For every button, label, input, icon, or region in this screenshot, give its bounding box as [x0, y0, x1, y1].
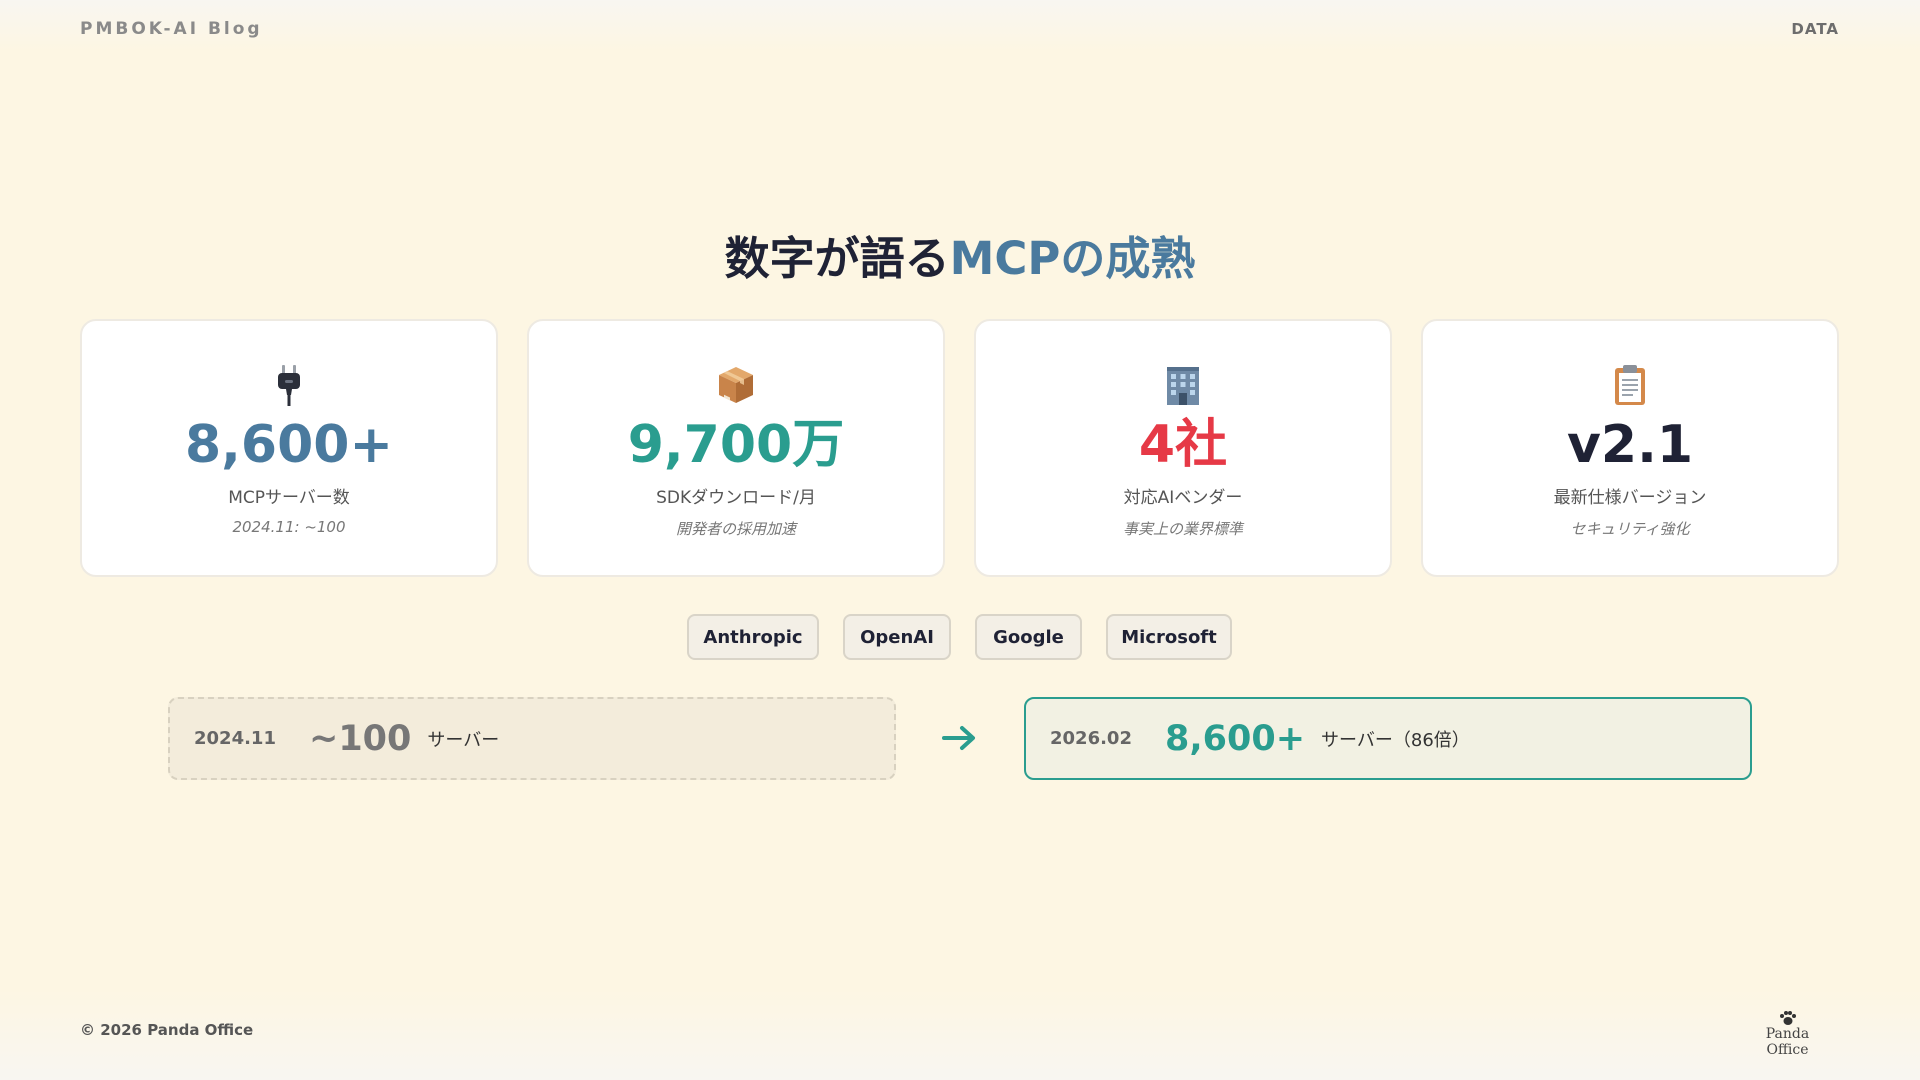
paw-icon [1745, 1010, 1830, 1026]
stat-card-mcp-servers: 8,600+ MCPサーバー数 2024.11: ~100 [80, 319, 498, 577]
stat-card-sdk-downloads: 9,700万 SDKダウンロード/月 開発者の採用加速 [527, 319, 945, 577]
copyright: © 2026 Panda Office [80, 1021, 254, 1039]
vendor-tag-microsoft: Microsoft [1106, 614, 1232, 660]
stat-value: v2.1 [1566, 415, 1693, 475]
vendor-tag-openai: OpenAI [843, 614, 951, 660]
stat-sub: 事実上の業界標準 [1122, 520, 1243, 538]
arrow-right-icon [940, 718, 980, 758]
page-title: 数字が語るMCPの成熟 [0, 222, 1920, 287]
office-building-icon [1163, 363, 1203, 407]
stat-label: 最新仕様バージョン [1553, 488, 1707, 508]
after-date: 2026.02 [1050, 728, 1132, 749]
before-unit: サーバー [427, 729, 500, 751]
stat-label: 対応AIベンダー [1123, 488, 1243, 508]
stat-card-spec-version: v2.1 最新仕様バージョン セキュリティ強化 [1421, 319, 1839, 577]
logo-text: Panda Office [1765, 1026, 1810, 1058]
clipboard-icon [1610, 363, 1650, 407]
header-bar [0, 0, 1920, 50]
footer-logo[interactable]: Panda Office [1745, 1010, 1830, 1058]
vendor-tag-anthropic: Anthropic [687, 614, 819, 660]
comparison-after-box: 2026.02 8,600+ サーバー（86倍） [1024, 697, 1752, 780]
stat-sub: 2024.11: ~100 [232, 518, 346, 536]
title-highlight: MCPの成熟 [949, 232, 1196, 285]
stat-card-ai-vendors: 4社 対応AIベンダー 事実上の業界標準 [974, 319, 1392, 577]
section-tag: DATA [1791, 20, 1839, 38]
stat-sub: 開発者の採用加速 [675, 520, 796, 538]
vendor-tag-google: Google [975, 614, 1082, 660]
before-value: ~100 [309, 718, 412, 759]
footer-bar [0, 990, 1920, 1080]
stat-value: 8,600+ [184, 415, 394, 475]
before-date: 2024.11 [194, 728, 276, 749]
stat-sub: セキュリティ強化 [1570, 520, 1690, 538]
stat-value: 9,700万 [627, 415, 845, 475]
after-unit: サーバー（86倍） [1321, 729, 1470, 751]
title-main: 数字が語る [724, 232, 950, 285]
comparison-before-box: 2024.11 ~100 サーバー [168, 697, 896, 780]
plug-icon [269, 363, 309, 407]
after-value: 8,600+ [1165, 718, 1306, 759]
stat-label: MCPサーバー数 [228, 488, 350, 508]
stat-label: SDKダウンロード/月 [656, 488, 816, 508]
stat-value: 4社 [1138, 415, 1228, 475]
blog-name[interactable]: PMBOK-AI Blog [80, 19, 263, 39]
package-icon [716, 363, 756, 407]
